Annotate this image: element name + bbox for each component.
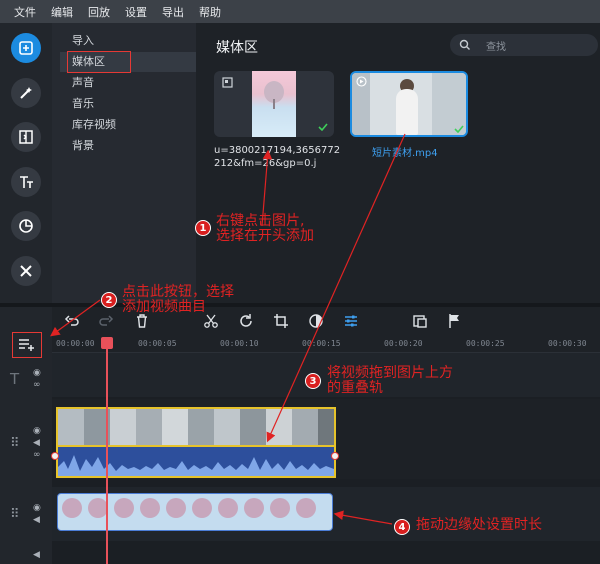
annotation-badge: 1 (195, 220, 211, 236)
redo-icon[interactable] (98, 313, 114, 329)
menu-settings[interactable]: 设置 (125, 4, 147, 20)
annotation-badge: 4 (394, 519, 410, 535)
ruler-tick: 00:00:25 (466, 339, 505, 348)
category-background[interactable]: 背景 (60, 136, 196, 156)
crop-icon[interactable] (273, 313, 289, 329)
titles-icon[interactable] (11, 167, 41, 197)
audio-waveform[interactable] (56, 447, 336, 478)
clip-properties-icon[interactable] (343, 313, 359, 329)
annotation-badge: 3 (305, 373, 321, 389)
add-track-icon (19, 339, 34, 351)
annotation-badge: 2 (101, 292, 117, 308)
category-import[interactable]: 导入 (60, 31, 196, 51)
menu-playback[interactable]: 回放 (88, 4, 110, 20)
ruler-tick: 00:00:10 (220, 339, 259, 348)
image-clip[interactable] (57, 493, 333, 531)
menu-edit[interactable]: 编辑 (51, 4, 73, 20)
highlight-box (67, 51, 131, 73)
title-track[interactable] (52, 353, 600, 397)
annotation-text: 将视频拖到图片上方 的重叠轨 (327, 365, 453, 396)
link-icon[interactable]: ∞ (33, 380, 41, 390)
category-sound[interactable]: 声音 (60, 73, 196, 93)
category-media[interactable]: 媒体区 (60, 51, 196, 73)
category-music[interactable]: 音乐 (60, 94, 196, 114)
media-item-image-name: u=3800217194,3656772212&fm=26&gp=0.j (214, 145, 341, 169)
image-thumbnail (252, 71, 296, 137)
eye-icon[interactable]: ◉ (33, 503, 41, 513)
flag-icon[interactable] (446, 313, 462, 329)
playhead[interactable] (106, 339, 108, 564)
title-track-icon: T (10, 370, 20, 388)
tool-strip (0, 23, 52, 303)
add-track-button[interactable] (12, 332, 42, 358)
clip-handle-right[interactable] (331, 452, 339, 460)
speaker-icon[interactable]: ◀ (33, 550, 40, 560)
menu-export[interactable]: 导出 (162, 4, 184, 20)
media-item-video[interactable] (350, 71, 468, 137)
transition-icon[interactable] (11, 122, 41, 152)
search-placeholder: 查找 (486, 42, 506, 53)
media-item-video-name: 短片素材.mp4 (372, 148, 438, 159)
annotation-text: 右键点击图片, 选择在开头添加 (216, 213, 314, 244)
cut-icon[interactable] (203, 313, 219, 329)
annotation-text: 点击此按钮，选择 添加视频曲目 (122, 284, 234, 315)
ruler-tick: 00:00:30 (548, 339, 587, 348)
playhead-handle[interactable] (101, 337, 113, 349)
menu-help[interactable]: 帮助 (199, 4, 221, 20)
menu-file[interactable]: 文件 (14, 4, 36, 20)
video-type-icon (356, 76, 367, 87)
waveform (58, 455, 334, 476)
eye-icon[interactable]: ◉ (33, 426, 41, 436)
ruler-tick: 00:00:15 (302, 339, 341, 348)
main-track-icon: ⠿ (10, 507, 20, 522)
tools-icon[interactable] (11, 256, 41, 286)
link-icon[interactable]: ∞ (33, 450, 41, 460)
clip-handle-left[interactable] (51, 452, 59, 460)
record-voiceover-icon[interactable] (412, 313, 428, 329)
stickers-icon[interactable] (11, 211, 41, 241)
ruler-tick: 00:00:20 (384, 339, 423, 348)
undo-icon[interactable] (64, 313, 80, 329)
video-track-icon: ⠿ (10, 436, 20, 451)
category-stock-video[interactable]: 库存视频 (60, 115, 196, 135)
annotation-text: 拖动边缘处设置时长 (416, 517, 542, 533)
ruler-tick: 00:00:00 (56, 339, 95, 348)
delete-icon[interactable] (134, 313, 150, 329)
category-list: 导入 媒体区 声音 音乐 库存视频 背景 (52, 23, 196, 303)
ruler-tick: 00:00:05 (138, 339, 177, 348)
eye-icon[interactable]: ◉ (33, 368, 41, 378)
speaker-icon[interactable]: ◀ (33, 515, 40, 525)
import-icon[interactable] (11, 33, 41, 63)
search-input[interactable]: 查找 (450, 34, 598, 56)
media-item-image[interactable] (214, 71, 334, 137)
search-icon (459, 39, 470, 50)
media-panel: 媒体区 查找 u=3800217194,3656772212&fm=26&gp=… (196, 23, 600, 303)
speaker-icon[interactable]: ◀ (33, 438, 40, 448)
check-icon (318, 123, 328, 131)
video-clip[interactable] (56, 407, 336, 447)
magic-wand-icon[interactable] (11, 78, 41, 108)
media-title: 媒体区 (216, 40, 258, 56)
color-adjust-icon[interactable] (308, 313, 324, 329)
check-icon (454, 125, 464, 133)
menu-bar: 文件 编辑 回放 设置 导出 帮助 (0, 0, 600, 23)
image-type-icon (222, 77, 233, 88)
rotate-icon[interactable] (238, 313, 254, 329)
timeline-ruler[interactable]: 00:00:00 00:00:05 00:00:10 00:00:15 00:0… (52, 335, 600, 353)
audio-track[interactable] (52, 543, 600, 564)
